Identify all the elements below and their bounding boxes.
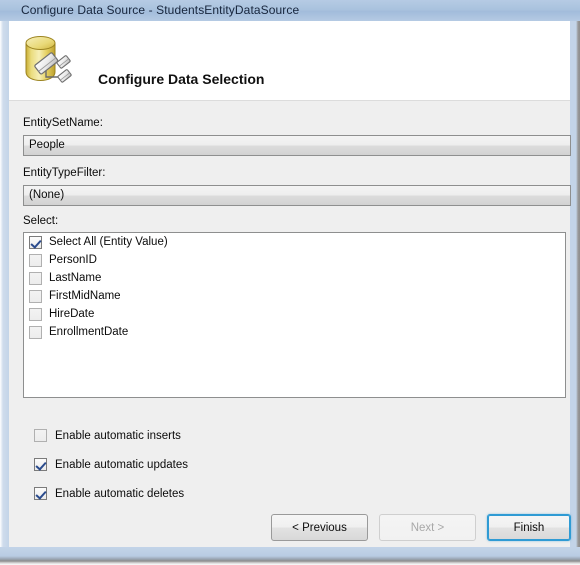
list-item[interactable]: HireDate	[24, 305, 565, 323]
select-field-checkbox	[29, 289, 42, 303]
dialog-body: EntitySetName: People EntityTypeFilter: …	[9, 101, 571, 557]
next-button: Next >	[379, 514, 476, 541]
select-field-checkbox[interactable]	[29, 235, 42, 249]
entity-set-name-value: People	[29, 139, 65, 151]
window-frame-bottom	[0, 547, 580, 565]
previous-button[interactable]: < Previous	[271, 514, 368, 541]
configure-data-source-dialog: Configure Data Source - StudentsEntityDa…	[0, 0, 580, 565]
select-field-label: Select All (Entity Value)	[49, 236, 168, 248]
title-bar[interactable]: Configure Data Source - StudentsEntityDa…	[0, 0, 580, 21]
select-label: Select:	[23, 215, 59, 227]
select-field-checkbox	[29, 307, 42, 321]
option-checkbox[interactable]	[34, 487, 47, 500]
option-checkbox[interactable]	[34, 458, 47, 471]
option-row[interactable]: Enable automatic inserts	[34, 429, 181, 442]
window-title: Configure Data Source - StudentsEntityDa…	[21, 3, 300, 17]
list-item[interactable]: Select All (Entity Value)	[24, 233, 565, 251]
window-frame-left	[0, 0, 9, 557]
entity-set-name-label: EntitySetName:	[23, 117, 103, 129]
select-field-label: LastName	[49, 272, 102, 284]
list-item[interactable]: EnrollmentDate	[24, 323, 565, 341]
window-frame-right	[570, 0, 580, 557]
finish-button[interactable]: Finish	[487, 514, 571, 541]
list-item[interactable]: FirstMidName	[24, 287, 565, 305]
select-field-checkbox	[29, 271, 42, 285]
select-fields-listbox[interactable]: Select All (Entity Value) PersonID LastNam…	[23, 232, 566, 398]
select-field-label: PersonID	[49, 254, 97, 266]
list-item[interactable]: PersonID	[24, 251, 565, 269]
entity-type-filter-combobox[interactable]: (None)	[23, 185, 571, 206]
option-checkbox	[34, 429, 47, 442]
option-row[interactable]: Enable automatic updates	[34, 458, 188, 471]
entity-type-filter-label: EntityTypeFilter:	[23, 167, 106, 179]
dialog-header: Configure Data Selection	[9, 21, 570, 101]
select-field-label: HireDate	[49, 308, 95, 320]
option-label: Enable automatic updates	[55, 458, 188, 471]
select-field-checkbox	[29, 325, 42, 339]
option-label: Enable automatic inserts	[55, 429, 181, 442]
list-item[interactable]: LastName	[24, 269, 565, 287]
page-title: Configure Data Selection	[98, 71, 265, 87]
select-field-label: EnrollmentDate	[49, 326, 129, 338]
entity-set-name-combobox[interactable]: People	[23, 135, 571, 156]
option-label: Enable automatic deletes	[55, 487, 185, 500]
database-edit-icon	[18, 29, 80, 91]
select-field-checkbox	[29, 253, 42, 267]
select-field-label: FirstMidName	[49, 290, 121, 302]
option-row[interactable]: Enable automatic deletes	[34, 487, 184, 500]
entity-type-filter-value: (None)	[29, 189, 65, 201]
